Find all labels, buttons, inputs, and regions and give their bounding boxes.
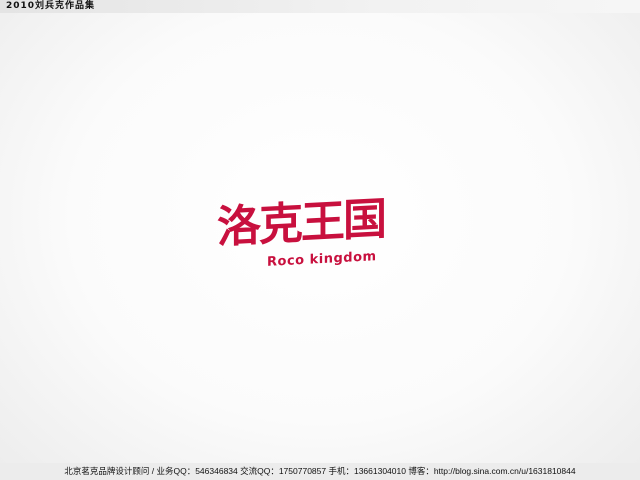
header-bar: 2010刘兵克作品集 [0, 0, 640, 13]
logo-chinese-text: 洛克王国 [217, 193, 385, 254]
footer-bar: 北京茗克品牌设计顾问 / 业务QQ：546346834 交流QQ：1750770… [0, 463, 640, 480]
logo-english-text: Roco kingdom [267, 249, 377, 270]
contact-info: 北京茗克品牌设计顾问 / 业务QQ：546346834 交流QQ：1750770… [64, 466, 576, 476]
portfolio-title: 2010刘兵克作品集 [6, 1, 96, 11]
roco-kingdom-logo: 洛克王国 Roco kingdom [217, 194, 427, 280]
